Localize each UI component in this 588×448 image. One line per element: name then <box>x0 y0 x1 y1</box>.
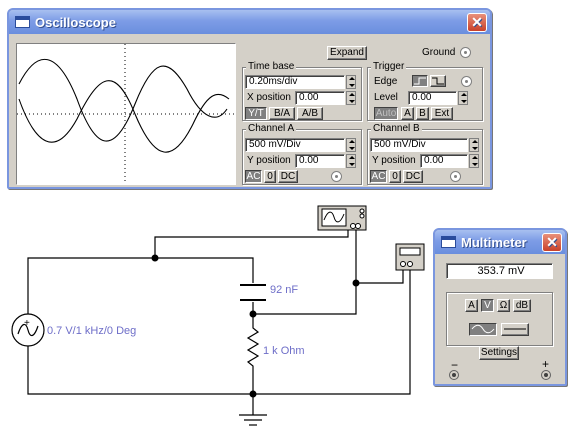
window-icon <box>15 16 30 28</box>
trigger-auto-button[interactable]: Auto <box>374 107 398 120</box>
minus-terminal[interactable] <box>449 370 459 380</box>
mode-ampere-button[interactable]: A <box>465 299 478 312</box>
level-label: Level <box>374 92 398 103</box>
channel-a-ypos-label: Y position <box>247 155 291 166</box>
channel-b-terminal[interactable] <box>450 171 461 182</box>
scope-instrument-icon <box>317 205 367 231</box>
channel-a-dc-button[interactable]: DC <box>278 170 298 183</box>
close-button[interactable]: ✕ <box>467 13 487 32</box>
x-position-label: X position <box>247 92 291 103</box>
wire-to-scope-a <box>154 229 349 258</box>
ac-source: + <box>11 313 45 347</box>
trigger-b-button[interactable]: B <box>416 107 429 120</box>
channel-b-label: Channel B <box>371 123 422 134</box>
scope-traces <box>17 44 235 184</box>
junction-top <box>151 254 159 262</box>
wire-mid <box>252 229 357 315</box>
expand-button[interactable]: Expand <box>327 46 367 60</box>
level-spinner[interactable] <box>458 91 468 105</box>
channel-b-ypos-field[interactable]: 0.00 <box>420 154 468 168</box>
settings-button[interactable]: Settings <box>479 346 519 360</box>
channel-a-scale-field[interactable]: 500 mV/Div <box>245 138 345 152</box>
channel-b-scale-spinner[interactable] <box>469 138 479 152</box>
dc-line-icon <box>504 328 526 330</box>
close-button[interactable]: ✕ <box>542 233 562 252</box>
junction-bottom <box>249 390 257 398</box>
oscilloscope-window: Oscilloscope ✕ Expand Ground Time base 0… <box>7 8 492 189</box>
x-position-field[interactable]: 0.00 <box>295 91 345 105</box>
channel-a-label: Channel A <box>246 123 297 134</box>
channel-b-zero-button[interactable]: 0 <box>389 170 401 183</box>
mode-ba-button[interactable]: B/A <box>269 107 295 120</box>
junction-mid <box>249 310 257 318</box>
timebase-label: Time base <box>246 61 297 72</box>
channel-a-terminal[interactable] <box>331 171 342 182</box>
edge-falling-button[interactable] <box>430 75 446 87</box>
channel-b-group: Channel B 500 mV/Div Y position 0.00 AC … <box>367 123 483 185</box>
trigger-group: Trigger Edge Level 0.00 Auto A B Ext <box>367 61 483 121</box>
junction-right <box>352 279 360 287</box>
oscilloscope-title: Oscilloscope <box>35 14 116 30</box>
x-position-spinner[interactable] <box>346 91 356 105</box>
mode-volt-button[interactable]: V <box>481 299 494 312</box>
svg-text:+: + <box>24 318 30 329</box>
trigger-a-button[interactable]: A <box>401 107 414 120</box>
wire-bottom <box>27 346 253 395</box>
channel-b-dc-button[interactable]: DC <box>403 170 423 183</box>
resistor <box>246 314 260 394</box>
falling-edge-icon <box>432 77 444 85</box>
multimeter-titlebar[interactable]: Multimeter ✕ <box>435 230 565 254</box>
trace-channel-a <box>18 58 228 142</box>
level-field[interactable]: 0.00 <box>408 91 457 105</box>
multimeter-title: Multimeter <box>461 234 527 250</box>
capacitor <box>240 284 266 301</box>
mode-db-button[interactable]: dB <box>513 299 531 312</box>
ac-button[interactable] <box>469 323 497 336</box>
channel-a-scale-spinner[interactable] <box>346 138 356 152</box>
timebase-group: Time base 0.20ms/div X position 0.00 Y/T… <box>242 61 362 121</box>
multimeter-display: 353.7 mV <box>446 263 553 279</box>
timebase-field[interactable]: 0.20ms/div <box>245 75 345 89</box>
channel-a-ypos-spinner[interactable] <box>346 154 356 168</box>
multimeter-window: Multimeter ✕ 353.7 mV A V Ω dB Settings … <box>433 228 567 386</box>
scope-screen <box>16 43 236 185</box>
channel-b-ac-button[interactable]: AC <box>370 170 387 183</box>
channel-b-scale-field[interactable]: 500 mV/Div <box>370 138 468 152</box>
window-icon <box>441 236 456 248</box>
multimeter-instrument-icon <box>395 243 425 271</box>
sine-wave-icon <box>471 324 495 334</box>
plus-terminal[interactable] <box>541 370 551 380</box>
ground-label: Ground <box>422 47 456 58</box>
trigger-label: Trigger <box>371 61 407 72</box>
channel-b-ypos-label: Y position <box>372 155 416 166</box>
rising-edge-icon <box>414 77 426 85</box>
trigger-ext-button[interactable]: Ext <box>431 107 453 120</box>
channel-a-group: Channel A 500 mV/Div Y position 0.00 AC … <box>242 123 362 185</box>
mode-ohm-button[interactable]: Ω <box>497 299 510 312</box>
channel-b-ypos-spinner[interactable] <box>469 154 479 168</box>
oscilloscope-titlebar[interactable]: Oscilloscope ✕ <box>9 10 490 34</box>
mode-ab-button[interactable]: A/B <box>297 107 323 120</box>
channel-a-zero-button[interactable]: 0 <box>264 170 276 183</box>
timebase-spinner[interactable] <box>346 75 356 89</box>
dc-button[interactable] <box>501 323 529 336</box>
mode-yt-button[interactable]: Y/T <box>245 107 267 120</box>
ground-terminal[interactable] <box>460 47 471 58</box>
edge-rising-button[interactable] <box>412 75 428 87</box>
wire-top-left <box>27 257 254 330</box>
edge-label: Edge <box>374 76 398 87</box>
plus-terminal-label: + <box>542 357 550 371</box>
resistor-label: 1 k Ohm <box>263 345 305 357</box>
source-label: 0.7 V/1 kHz/0 Deg <box>47 325 137 337</box>
capacitor-label: 92 nF <box>270 284 299 296</box>
trace-channel-b <box>18 80 230 153</box>
trigger-terminal[interactable] <box>461 76 472 87</box>
channel-a-ypos-field[interactable]: 0.00 <box>295 154 345 168</box>
channel-a-ac-button[interactable]: AC <box>245 170 262 183</box>
